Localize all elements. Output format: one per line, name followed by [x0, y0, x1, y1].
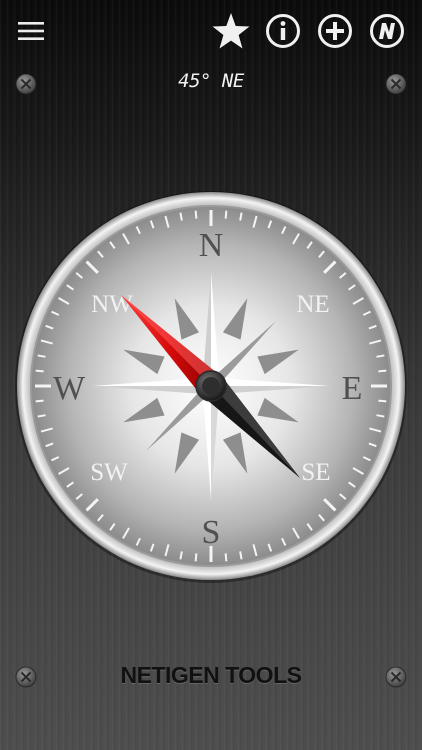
dial-tick [376, 354, 385, 358]
dial-tick [224, 553, 228, 562]
label-west: W [53, 370, 86, 407]
dial-tick [179, 212, 183, 221]
dial-tick [239, 212, 243, 221]
dial-tick [35, 399, 44, 403]
dial-tick [378, 399, 387, 403]
label-northeast: NE [296, 291, 329, 318]
dial-tick [37, 414, 46, 418]
dial-tick [378, 369, 387, 373]
dial-tick [35, 369, 44, 373]
label-southeast: SE [301, 459, 330, 486]
label-north: N [199, 227, 224, 264]
dial-tick [376, 414, 385, 418]
dial-tick [37, 354, 46, 358]
footer-brand: NETIGEN TOOLS [120, 662, 302, 688]
label-southwest: SW [90, 459, 128, 486]
dial-tick [194, 210, 198, 219]
compass-dial[interactable]: N E S W NE SE SW NW [0, 0, 422, 750]
dial-tick [179, 551, 183, 560]
dial-tick [224, 210, 228, 219]
dial-tick [194, 553, 198, 562]
dial-tick [239, 551, 243, 560]
label-south: S [202, 514, 221, 551]
label-east: E [342, 370, 363, 407]
label-northwest: NW [91, 291, 133, 318]
